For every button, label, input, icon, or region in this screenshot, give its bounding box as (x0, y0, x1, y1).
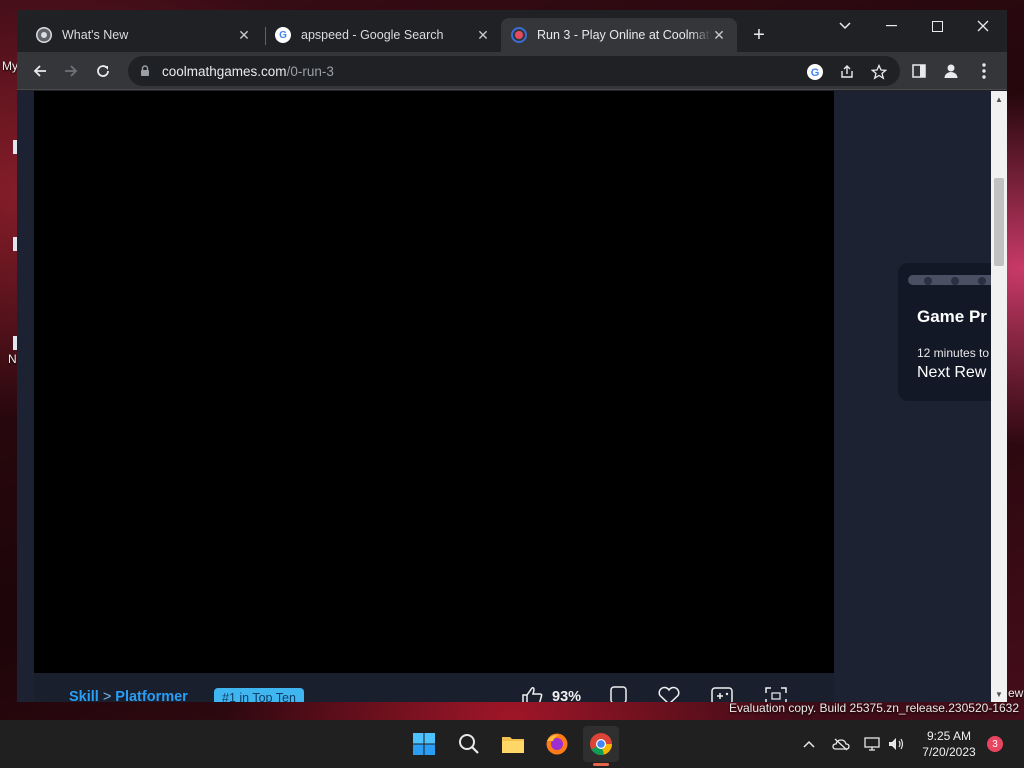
url-path: /0-run-3 (286, 63, 334, 79)
fullscreen-icon[interactable] (763, 685, 789, 702)
arrow-right-icon (65, 65, 78, 77)
tab-title: What's New (62, 28, 129, 42)
evaluation-watermark: Evaluation copy. Build 25375.zn_release.… (729, 701, 1019, 715)
arrow-left-icon (33, 65, 46, 77)
file-explorer-button[interactable] (495, 726, 531, 762)
close-tab-icon[interactable]: ✕ (475, 27, 491, 44)
windows-logo-icon (413, 733, 435, 755)
google-lens-icon[interactable]: G (805, 62, 825, 82)
desktop-icon-label: ew (1008, 686, 1024, 700)
profile-button[interactable] (937, 57, 965, 85)
chrome-taskbar-button[interactable] (583, 726, 619, 762)
side-panel-icon (912, 64, 926, 78)
scroll-up-arrow[interactable]: ▲ (991, 91, 1007, 107)
progress-card-next-reward: Next Rew (917, 364, 987, 381)
taskbar: 9:25 AM 7/20/2023 3 (0, 720, 1024, 768)
scrollbar-thumb[interactable] (994, 178, 1004, 266)
rating-percentage: 93% (552, 689, 582, 702)
back-button[interactable] (26, 57, 54, 85)
coolmath-icon (511, 27, 527, 43)
firefox-icon (546, 733, 568, 755)
game-progress-card[interactable]: Game Pr 12 minutes to Next Rew (898, 263, 991, 401)
progress-card-subtitle: 12 minutes to (917, 346, 990, 360)
tab-whats-new[interactable]: What's New ✕ (26, 18, 262, 52)
scroll-down-arrow[interactable]: ▼ (991, 686, 1007, 702)
clock-date: 7/20/2023 (922, 745, 976, 759)
desktop-icon-label: My (2, 59, 18, 73)
start-button[interactable] (406, 726, 442, 762)
progress-step-dot (978, 277, 986, 285)
browser-toolbar: coolmathgames.com/0-run-3 G (17, 52, 1007, 90)
url-host: coolmathgames.com (162, 63, 287, 79)
breadcrumb-platformer-link[interactable]: Platformer (115, 689, 188, 702)
kebab-menu-icon (982, 63, 986, 79)
progress-step-dot (951, 277, 959, 285)
chevron-up-icon (803, 740, 815, 748)
svg-text:G: G (811, 67, 820, 79)
tab-title: Run 3 - Play Online at Coolmath Games (537, 28, 711, 42)
clock-time: 9:25 AM (926, 729, 972, 743)
bookmark-star-icon[interactable] (869, 62, 889, 82)
volume-icon[interactable] (886, 734, 906, 754)
tab-google-search[interactable]: G apspeed - Google Search ✕ (265, 18, 501, 52)
chevron-down-icon (839, 22, 851, 30)
chrome-icon (36, 27, 52, 43)
chrome-icon (590, 733, 612, 756)
add-game-icon[interactable] (709, 685, 735, 702)
breadcrumb-skill-link[interactable]: Skill (69, 689, 99, 702)
close-window-button[interactable] (960, 10, 1006, 42)
profile-icon (944, 64, 958, 78)
close-tab-icon[interactable]: ✕ (236, 27, 252, 44)
tab-title: apspeed - Google Search (301, 28, 444, 42)
minimize-button[interactable] (868, 10, 914, 42)
progress-step-dot (924, 277, 932, 285)
show-hidden-icons-button[interactable] (799, 734, 819, 754)
progress-card-title: Game Pr (917, 307, 987, 326)
notification-badge[interactable]: 3 (987, 736, 1003, 752)
firefox-button[interactable] (539, 726, 575, 762)
network-icon[interactable] (862, 734, 882, 754)
close-tab-icon[interactable]: ✕ (711, 27, 727, 44)
new-tab-button[interactable]: + (747, 23, 771, 47)
tab-strip: What's New ✕ G apspeed - Google Search ✕… (17, 10, 1007, 52)
top-ten-badge[interactable]: #1 in Top Ten (214, 688, 304, 702)
folder-icon (502, 737, 524, 753)
search-button[interactable] (451, 726, 487, 762)
reload-button[interactable] (89, 57, 117, 85)
forward-button[interactable] (57, 57, 85, 85)
tab-run-3[interactable]: Run 3 - Play Online at Coolmath Games ✕ (501, 18, 737, 52)
menu-button[interactable] (970, 57, 998, 85)
active-app-indicator (593, 763, 609, 766)
breadcrumb-separator: > (102, 689, 112, 702)
game-canvas[interactable] (34, 91, 834, 673)
maximize-button[interactable] (914, 10, 960, 42)
google-icon: G (275, 27, 291, 43)
search-icon (459, 734, 479, 754)
heart-icon[interactable] (656, 685, 682, 702)
game-info-bar: Skill > Platformer #1 in Top Ten 93% (34, 673, 834, 702)
side-panel-button[interactable] (905, 57, 933, 85)
reload-icon (97, 65, 109, 77)
page-viewport: Skill > Platformer #1 in Top Ten 93% Game … (17, 91, 991, 702)
lock-icon (141, 65, 149, 76)
taskbar-clock[interactable]: 9:25 AM 7/20/2023 (913, 728, 985, 760)
thumbs-up-icon[interactable] (520, 685, 546, 702)
page-scrollbar[interactable]: ▲ ▼ (991, 91, 1007, 702)
share-icon[interactable] (837, 62, 857, 82)
thumbs-down-icon[interactable] (606, 685, 632, 702)
onedrive-icon[interactable] (831, 734, 851, 754)
desktop-icon-label: N (8, 352, 17, 366)
breadcrumb: Skill > Platformer (69, 689, 188, 702)
tab-search-button[interactable] (822, 10, 868, 42)
address-bar[interactable]: coolmathgames.com/0-run-3 G (128, 56, 900, 86)
